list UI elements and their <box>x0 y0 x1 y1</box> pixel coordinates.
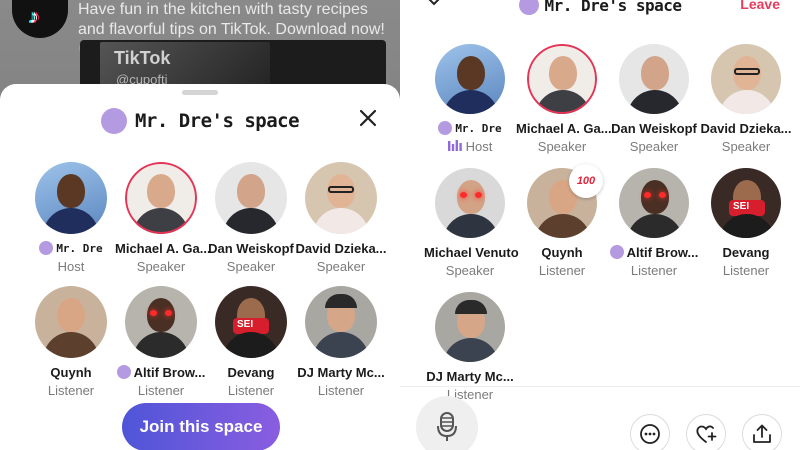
participant-name: Dan Weiskopf <box>611 120 697 136</box>
avatar <box>619 168 689 238</box>
participant-role: Speaker <box>316 258 366 274</box>
join-space-button[interactable]: Join this space <box>122 403 280 450</box>
divider <box>400 386 800 387</box>
avatar <box>305 162 377 234</box>
participant[interactable]: Altif Brow... Listener <box>608 168 700 278</box>
more-options-button[interactable] <box>630 414 670 450</box>
avatar <box>435 168 505 238</box>
participant-role: Host <box>57 258 85 274</box>
participant-name: Michael A. Ga... <box>115 240 211 256</box>
space-bottom-sheet: Mr. Dre's space Mr. Dre Host Michael A. … <box>0 84 400 450</box>
participant[interactable]: Dan Weiskopf Speaker <box>206 162 296 274</box>
more-options-icon <box>640 424 660 444</box>
participant[interactable]: SEI Devang Listener <box>700 168 792 278</box>
avatar <box>619 44 689 114</box>
avatar <box>35 286 107 358</box>
participant[interactable]: 100 Quynh Listener <box>516 164 608 278</box>
participant-name: Dan Weiskopf <box>208 240 294 256</box>
right-panel: Mr. Dre's space Leave Mr. Dre Host Micha… <box>400 0 800 450</box>
tiktok-logo-icon: ♪ <box>29 6 39 28</box>
participant[interactable]: David Dzieka... Speaker <box>700 44 792 154</box>
participant-role: Speaker <box>537 138 587 154</box>
participant-role: Speaker <box>721 138 771 154</box>
participant-name: Michael A. Ga... <box>516 120 612 136</box>
purple-dot-icon <box>438 121 453 135</box>
avatar <box>435 44 505 114</box>
participant-name: David Dzieka... <box>700 120 792 136</box>
purple-dot-icon <box>39 241 54 255</box>
leave-button[interactable]: Leave <box>740 0 780 12</box>
avatar <box>305 286 377 358</box>
left-panel: ♪ Have fun in the kitchen with tasty rec… <box>0 0 400 450</box>
participant-role: Listener <box>137 382 185 398</box>
participant-grid: Mr. Dre Host Michael A. Ga... Speaker Da… <box>424 44 792 402</box>
avatar <box>215 162 287 234</box>
video-brand: TikTok <box>114 48 171 68</box>
participant-name: Mr. Dre <box>56 241 103 255</box>
avatar <box>125 286 197 358</box>
microphone-icon <box>437 412 457 441</box>
participant-role: Speaker <box>136 258 186 274</box>
participant-role: Speaker <box>629 138 679 154</box>
close-icon[interactable] <box>358 108 378 128</box>
host-avatar-dot <box>518 0 539 15</box>
participant[interactable]: Quynh Listener <box>26 286 116 398</box>
heart-plus-icon <box>696 425 717 443</box>
avatar: SEI <box>711 168 781 238</box>
participant[interactable]: Dan Weiskopf Speaker <box>608 44 700 154</box>
purple-dot-icon <box>116 365 131 379</box>
space-title: Mr. Dre's space <box>544 0 683 15</box>
participant-name: Michael Venuto <box>424 244 519 260</box>
participant[interactable]: Mr. Dre Host <box>424 44 516 154</box>
participant[interactable]: Michael Venuto Speaker <box>424 168 519 278</box>
drag-handle[interactable] <box>182 90 218 95</box>
space-title: Mr. Dre's space <box>134 110 300 132</box>
participant-name: Mr. Dre <box>455 121 502 135</box>
participant[interactable]: David Dzieka... Speaker <box>295 162 387 274</box>
participant-name: Devang <box>227 364 275 380</box>
avatar-wrapper: 100 <box>527 164 603 238</box>
participant-role: Host <box>447 138 493 154</box>
share-icon <box>753 424 771 443</box>
share-button[interactable] <box>742 414 782 450</box>
participant-name: Altif Brow... <box>133 364 206 380</box>
participant-role: Listener <box>538 262 586 278</box>
participant-role: Speaker <box>445 262 495 278</box>
avatar: SEI <box>215 286 287 358</box>
avatar <box>35 162 107 234</box>
participant[interactable]: SEI Devang Listener <box>206 286 296 398</box>
sheet-title: Mr. Dre's space <box>0 108 400 134</box>
participant-role: Listener <box>630 262 678 278</box>
avatar <box>711 44 781 114</box>
participant-name: Altif Brow... <box>626 244 699 260</box>
avatar <box>125 162 197 234</box>
participant-name: DJ Marty Mc... <box>297 364 385 380</box>
avatar <box>435 292 505 362</box>
host-avatar-dot <box>100 108 127 134</box>
participant-name: Quynh <box>541 244 583 260</box>
purple-dot-icon <box>609 245 624 259</box>
participant-role: Listener <box>47 382 95 398</box>
microphone-button[interactable] <box>416 396 478 450</box>
participant-role: Listener <box>722 262 770 278</box>
audio-bars-icon <box>447 140 462 151</box>
participant-role: Listener <box>227 382 275 398</box>
participant[interactable]: Michael A. Ga... Speaker <box>115 162 211 274</box>
participant-grid: Mr. Dre Host Michael A. Ga... Speaker Da… <box>26 162 387 398</box>
participant-name: David Dzieka... <box>295 240 387 256</box>
react-button[interactable] <box>686 414 726 450</box>
avatar <box>527 44 597 114</box>
participant[interactable]: Altif Brow... Listener <box>116 286 206 398</box>
participant-name: DJ Marty Mc... <box>426 368 514 384</box>
participant-role-text: Host <box>465 138 493 154</box>
participant-name: Devang <box>722 244 770 260</box>
participant-role: Speaker <box>226 258 276 274</box>
participant-name: Quynh <box>50 364 92 380</box>
participant-role: Listener <box>317 382 365 398</box>
participant[interactable]: Mr. Dre Host <box>26 162 116 274</box>
participant[interactable]: DJ Marty Mc... Listener <box>296 286 386 398</box>
hundred-emoji-icon: 100 <box>569 164 603 198</box>
participant[interactable]: Michael A. Ga... Speaker <box>516 44 612 154</box>
